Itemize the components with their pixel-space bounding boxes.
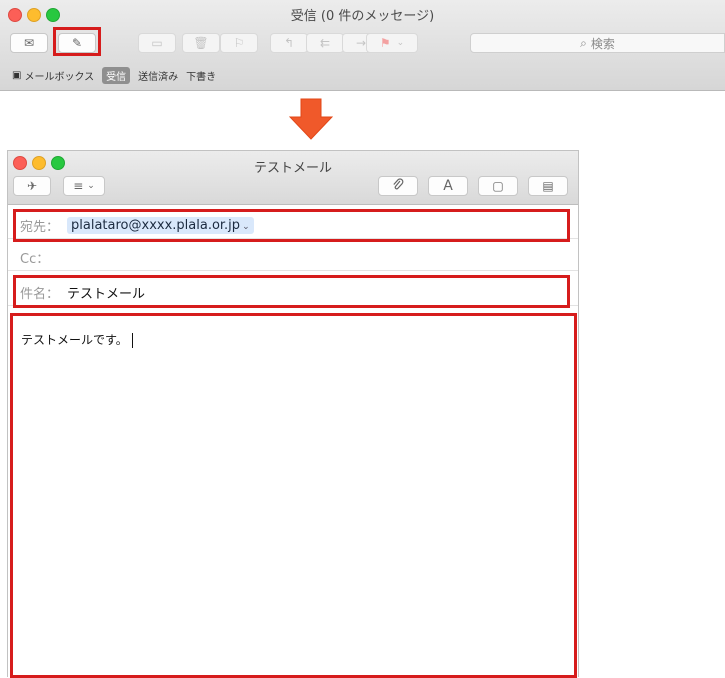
- compose-icon: ✎: [71, 36, 83, 50]
- chevron-down-icon: ⌄: [242, 222, 250, 232]
- compose-window: テストメール ✈ ≡ ⌄ A ▢ ▤ 宛先： plalataro@xxxx.pl…: [7, 150, 579, 678]
- format-button[interactable]: A: [428, 176, 468, 196]
- send-button[interactable]: ✈: [13, 176, 51, 196]
- envelope-icon: ✉: [23, 36, 35, 50]
- cc-field-row[interactable]: Cc：: [8, 245, 578, 271]
- subject-field-row[interactable]: 件名： テストメール: [8, 280, 578, 306]
- photo-browser-button[interactable]: ▢: [478, 176, 518, 196]
- compose-button[interactable]: ✎: [58, 33, 96, 53]
- flag-icon: ⚑: [379, 36, 391, 50]
- template-icon: ▤: [542, 179, 554, 193]
- to-label: 宛先：: [20, 220, 60, 235]
- archive-button[interactable]: ▭: [138, 33, 176, 53]
- forward-arrow-icon: →: [355, 36, 367, 50]
- photo-icon: ▢: [492, 179, 504, 193]
- search-icon: ⌕: [580, 35, 587, 50]
- chevron-down-icon: ⌄: [396, 38, 405, 48]
- cc-label: Cc：: [20, 252, 50, 267]
- reply-all-button[interactable]: ⇇: [306, 33, 344, 53]
- reply-all-icon: ⇇: [319, 36, 331, 50]
- favorites-bar: ▣ メールボックス 受信 送信済み 下書き: [0, 63, 725, 87]
- subject-input[interactable]: テストメール: [67, 283, 145, 302]
- sidebar-toggle-icon[interactable]: ▣: [12, 70, 21, 81]
- text-cursor: [131, 333, 133, 348]
- favorites-sent[interactable]: 送信済み: [138, 68, 178, 83]
- favorites-inbox[interactable]: 受信: [102, 66, 131, 84]
- flag-button[interactable]: ⚑ ⌄: [366, 33, 418, 53]
- chevron-down-icon: ⌄: [87, 181, 95, 191]
- trash-icon: 🗑: [193, 36, 209, 50]
- search-field[interactable]: ⌕ 検索: [470, 33, 725, 53]
- favorites-mailboxes[interactable]: メールボックス: [24, 68, 94, 83]
- window-title: 受信 (0 件のメッセージ): [290, 9, 435, 24]
- mail-main-window: 受信 (0 件のメッセージ) ✉ ✎ ▭ 🗑 ⚐ ↰ ⇇ → ⚑ ⌄ ⌕ 検索 …: [0, 0, 725, 91]
- junk-button[interactable]: ⚐: [220, 33, 258, 53]
- trash-button[interactable]: 🗑: [182, 33, 220, 53]
- send-icon: ✈: [26, 179, 38, 193]
- message-body[interactable]: テストメールです。: [21, 331, 133, 348]
- get-mail-button[interactable]: ✉: [10, 33, 48, 53]
- attach-button[interactable]: [378, 176, 418, 196]
- paperclip-icon: [392, 177, 404, 195]
- body-highlight-box: [10, 313, 577, 678]
- favorites-drafts[interactable]: 下書き: [186, 68, 216, 83]
- template-button[interactable]: ▤: [528, 176, 568, 196]
- message-body-text: テストメールです。: [21, 333, 128, 347]
- subject-label: 件名：: [20, 287, 60, 302]
- font-icon: A: [443, 178, 453, 194]
- compose-window-title: テストメール: [253, 161, 332, 176]
- reply-icon: ↰: [283, 36, 295, 50]
- reply-button[interactable]: ↰: [270, 33, 308, 53]
- list-icon: ≡: [73, 179, 84, 193]
- junk-icon: ⚐: [233, 36, 245, 50]
- compose-titlebar: テストメール ✈ ≡ ⌄ A ▢ ▤: [8, 151, 578, 205]
- header-fields-button[interactable]: ≡ ⌄: [63, 176, 105, 196]
- to-field-row[interactable]: 宛先： plalataro@xxxx.plala.or.jp ⌄: [8, 213, 578, 239]
- recipient-token[interactable]: plalataro@xxxx.plala.or.jp ⌄: [67, 217, 254, 234]
- archive-icon: ▭: [151, 36, 163, 50]
- down-arrow-icon: [289, 98, 333, 140]
- recipient-address: plalataro@xxxx.plala.or.jp: [71, 218, 241, 233]
- search-placeholder: 検索: [590, 36, 615, 51]
